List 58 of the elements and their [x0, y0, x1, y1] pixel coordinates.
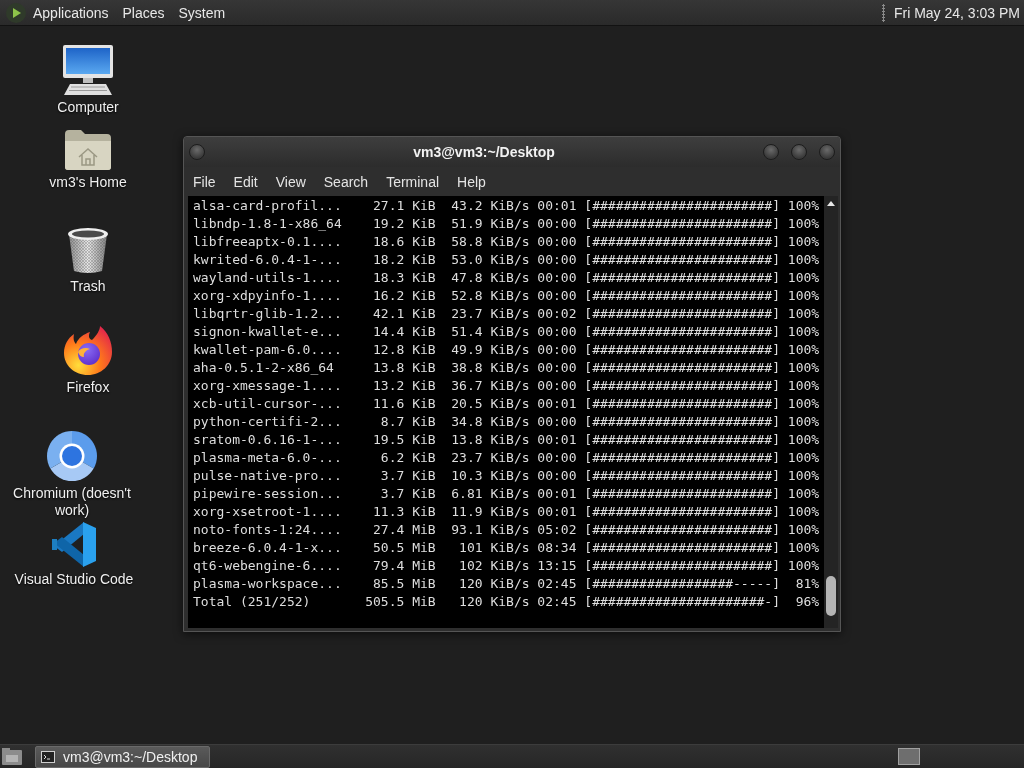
terminal-line: signon-kwallet-e... 14.4 KiB 51.4 KiB/s 00:00 [#######################] 100% — [193, 323, 820, 341]
terminal-line: pipewire-session... 3.7 KiB 6.81 KiB/s 00:01 [#######################] 100% — [193, 485, 820, 503]
window-title: vm3@vm3:~/Desktop — [412, 144, 556, 160]
terminal-line: breeze-6.0.4-1-x... 50.5 MiB 101 KiB/s 08:34 [#######################] 100% — [193, 539, 820, 557]
menu-item[interactable]: Terminal — [378, 170, 448, 193]
menu-item[interactable]: View — [267, 170, 314, 193]
terminal-line: plasma-meta-6.0-... 6.2 KiB 23.7 KiB/s 00:00 [#######################] 100% — [193, 449, 820, 467]
terminal-line: kwallet-pam-6.0.... 12.8 KiB 49.9 KiB/s 00:00 [#######################] 100% — [193, 341, 820, 359]
triangle-logo-icon[interactable] — [6, 2, 26, 23]
scroll-up-icon[interactable] — [827, 201, 835, 206]
terminal-icon — [41, 750, 55, 763]
terminal-line: kwrited-6.0.4-1-... 18.2 KiB 53.0 KiB/s 00:00 [#######################] 100% — [193, 251, 820, 269]
shortcut-label[interactable]: Computer — [57, 99, 119, 116]
shortcut-label[interactable]: Chromium (doesn't work) — [7, 485, 137, 519]
scrollbar[interactable] — [824, 196, 838, 628]
panel-menu[interactable]: System — [171, 0, 233, 25]
show-desktop-icon[interactable] — [2, 748, 22, 765]
shortcut-label[interactable]: vm3's Home — [49, 174, 127, 191]
terminal-line: xorg-xsetroot-1.... 11.3 KiB 11.9 KiB/s 00:01 [#######################] 100% — [193, 503, 820, 521]
trash-icon[interactable] — [68, 228, 108, 274]
terminal-line: python-certifi-2... 8.7 KiB 34.8 KiB/s 00:00 [#######################] 100% — [193, 413, 820, 431]
menu-item[interactable]: Search — [315, 170, 377, 193]
terminal-line: plasma-workspace... 85.5 MiB 120 KiB/s 02:45 [##################-----] 81% — [193, 575, 820, 593]
ribbon-logo-icon[interactable] — [52, 522, 96, 567]
scroll-thumb[interactable] — [826, 576, 836, 616]
shortcut-label[interactable]: Firefox — [66, 379, 110, 396]
taskbar-button[interactable]: vm3@vm3:~/Desktop — [35, 745, 211, 768]
panel-menu[interactable]: Places — [115, 0, 172, 25]
home-folder-icon[interactable] — [65, 130, 111, 170]
terminal-line: noto-fonts-1:24.... 27.4 MiB 93.1 KiB/s 05:02 [#######################] 100% — [193, 521, 820, 539]
terminal-line: libfreeaptx-0.1.... 18.6 KiB 58.8 KiB/s 00:00 [#######################] 100% — [193, 233, 820, 251]
terminal-line: aha-0.5.1-2-x86_64 13.8 KiB 38.8 KiB/s 00:00 [#######################] 100% — [193, 359, 820, 377]
menu-item[interactable]: File — [185, 170, 224, 193]
flame-globe-icon[interactable] — [64, 326, 112, 375]
menu-item[interactable]: Edit — [225, 170, 266, 193]
ring-logo-icon[interactable] — [47, 431, 97, 481]
terminal-line: pulse-native-pro... 3.7 KiB 10.3 KiB/s 00:00 [#######################] 100% — [193, 467, 820, 485]
title-bar-button[interactable] — [763, 144, 779, 160]
terminal-line: qt6-webengine-6.... 79.4 MiB 102 KiB/s 13:15 [#######################] 100% — [193, 557, 820, 575]
terminal-line: xorg-xmessage-1.... 13.2 KiB 36.7 KiB/s 00:00 [#######################] 100% — [193, 377, 820, 395]
shortcut-label[interactable]: Visual Studio Code — [14, 571, 134, 588]
title-bar-button[interactable] — [819, 144, 835, 160]
workspace-switcher[interactable] — [898, 748, 920, 765]
window-menu-button[interactable] — [189, 144, 205, 160]
terminal-line: sratom-0.6.16-1-... 19.5 KiB 13.8 KiB/s 00:01 [#######################] 100% — [193, 431, 820, 449]
terminal-line: xorg-xdpyinfo-1.... 16.2 KiB 52.8 KiB/s 00:00 [#######################] 100% — [193, 287, 820, 305]
title-bar-button[interactable] — [791, 144, 807, 160]
terminal-line: libqrtr-glib-1.2... 42.1 KiB 23.7 KiB/s 00:02 [#######################] 100% — [193, 305, 820, 323]
terminal-line: Total (251/252) 505.5 MiB 120 KiB/s 02:45 [######################-] 96% — [193, 593, 820, 611]
terminal-line: libndp-1.8-1-x86_64 19.2 KiB 51.9 KiB/s 00:00 [#######################] 100% — [193, 215, 820, 233]
menu-item[interactable]: Help — [449, 170, 494, 193]
shortcut-label[interactable]: Trash — [70, 278, 106, 295]
terminal-line: wayland-utils-1.... 18.3 KiB 47.8 KiB/s 00:00 [#######################] 100% — [193, 269, 820, 287]
panel-menu[interactable]: Applications — [26, 0, 116, 25]
terminal-line: xcb-util-cursor-... 11.6 KiB 20.5 KiB/s 00:01 [#######################] 100% — [193, 395, 820, 413]
terminal-line: alsa-card-profil... 27.1 KiB 43.2 KiB/s 00:01 [#######################] 100% — [193, 197, 820, 215]
clock[interactable]: Fri May 24, 3:03 PM — [893, 0, 1020, 25]
monitor-icon[interactable] — [62, 45, 114, 95]
